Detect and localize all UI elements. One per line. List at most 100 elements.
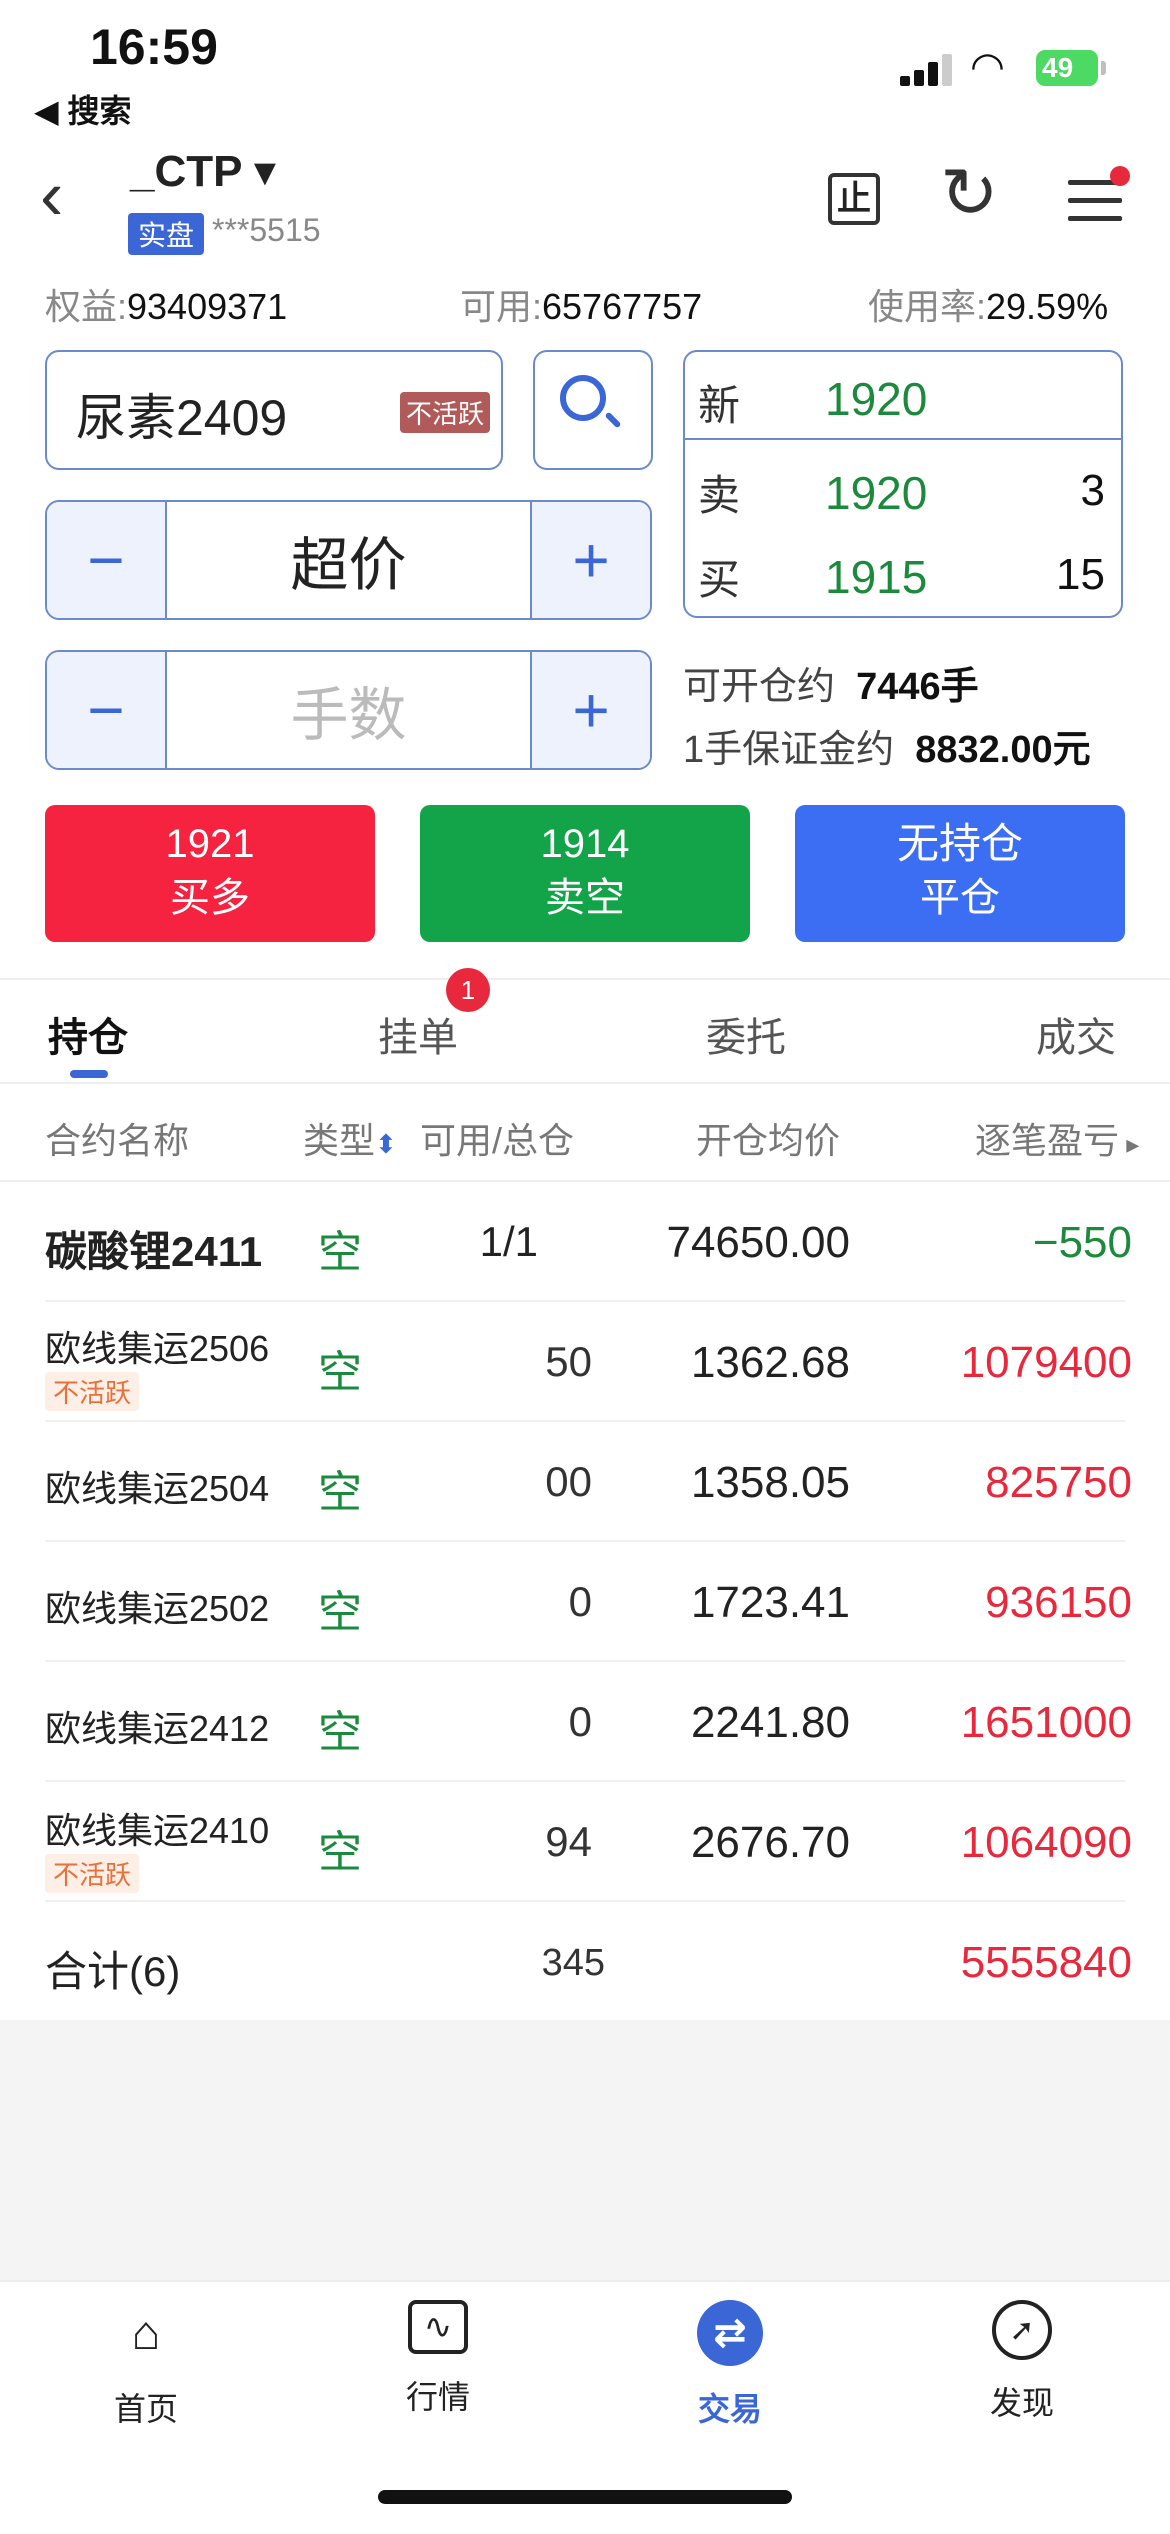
row-divider <box>45 1780 1125 1782</box>
row-contract[interactable]: 碳酸锂2411 <box>45 1218 262 1279</box>
row-open-price: 1362.68 <box>690 1338 850 1387</box>
pending-orders-badge: 1 <box>446 968 490 1012</box>
total-available: 345 <box>541 1942 605 1984</box>
row-type: 空 <box>318 1468 362 1517</box>
trade-icon: ⇄ <box>697 2300 763 2366</box>
nav-discover-label: 发现 <box>989 2385 1054 2421</box>
back-to-search-link[interactable]: ◀ 搜索 <box>34 86 132 132</box>
row-inactive-tag: 不活跃 <box>45 1372 140 1411</box>
qty-plus-button[interactable]: + <box>532 652 650 768</box>
refresh-icon[interactable]: ↻ <box>940 158 999 228</box>
sell-short-button[interactable]: 1914 卖空 <box>420 805 750 942</box>
row-contract[interactable]: 欧线集运2506 <box>45 1320 269 1372</box>
row-open-price: 74650.00 <box>666 1218 850 1267</box>
header-divider <box>0 1180 1170 1182</box>
row-available: 00 <box>545 1458 592 1505</box>
col-contract-name: 合约名称 <box>45 1120 190 1161</box>
home-indicator <box>378 2490 792 2504</box>
stop-icon[interactable]: 止 <box>828 173 880 225</box>
tab-pending-orders[interactable]: 挂单 <box>378 1005 458 1063</box>
row-divider <box>45 1660 1125 1662</box>
home-icon: ⌂ <box>131 2306 161 2360</box>
row-type: 空 <box>318 1348 362 1397</box>
sort-icon: ⬍ <box>375 1129 397 1159</box>
total-pnl: 5555840 <box>960 1938 1132 1987</box>
row-pnl: 1064090 <box>960 1818 1132 1867</box>
nav-trade[interactable]: ⇄ 交易 <box>630 2300 830 2430</box>
row-type: 空 <box>318 1708 362 1757</box>
ask-price[interactable]: 1920 <box>825 466 927 520</box>
close-label: 平仓 <box>920 876 1000 920</box>
usage-stat: 使用率:29.59% <box>868 286 1109 327</box>
row-open-price: 2241.80 <box>690 1698 850 1747</box>
close-top-label: 无持仓 <box>896 820 1023 867</box>
account-selector[interactable]: _CTP ▾ <box>130 146 276 197</box>
row-type: 空 <box>318 1828 362 1877</box>
nav-discover[interactable]: ➚ 发现 <box>922 2300 1122 2424</box>
col-type[interactable]: 类型⬍ <box>303 1112 397 1164</box>
row-contract[interactable]: 欧线集运2410 <box>45 1802 269 1854</box>
row-pnl: 825750 <box>985 1458 1132 1507</box>
tabs-bottom-divider <box>0 1082 1170 1084</box>
contract-name: 尿素2409 <box>76 390 288 446</box>
margin-per-lot: 1手保证金约 8832.00元 <box>683 729 1091 771</box>
price-plus-button[interactable]: + <box>532 502 650 618</box>
status-time: 16:59 <box>90 19 218 75</box>
row-pnl: 936150 <box>985 1578 1132 1627</box>
buy-price: 1921 <box>165 822 255 866</box>
compass-icon: ➚ <box>992 2300 1052 2360</box>
row-divider <box>45 1900 1125 1902</box>
contract-status-badge: 不活跃 <box>400 392 491 433</box>
price-type-value[interactable]: 超价 <box>165 502 532 618</box>
row-divider <box>45 1540 1125 1542</box>
row-pnl: 1079400 <box>960 1338 1132 1387</box>
bid-price[interactable]: 1915 <box>825 550 927 604</box>
row-divider <box>45 1420 1125 1422</box>
row-available: 94 <box>545 1818 592 1865</box>
row-contract[interactable]: 欧线集运2502 <box>45 1580 269 1632</box>
tab-orders[interactable]: 委托 <box>706 1005 786 1063</box>
equity-stat: 权益:93409371 <box>45 286 288 327</box>
row-contract[interactable]: 欧线集运2504 <box>45 1460 269 1512</box>
nav-trade-label: 交易 <box>697 2391 762 2427</box>
col-open-avg-price: 开仓均价 <box>696 1120 841 1161</box>
signal-icon <box>900 52 960 86</box>
back-button[interactable]: ‹ <box>40 160 63 230</box>
nav-home-label: 首页 <box>113 2391 178 2427</box>
row-inactive-tag: 不活跃 <box>45 1854 140 1893</box>
buy-label: 买多 <box>170 876 250 920</box>
row-contract[interactable]: 欧线集运2412 <box>45 1700 269 1752</box>
row-open-price: 1723.41 <box>690 1578 850 1627</box>
row-pnl: 1651000 <box>960 1698 1132 1747</box>
quantity-input[interactable]: 手数 <box>165 652 532 768</box>
quantity-stepper: − 手数 + <box>45 650 652 770</box>
menu-icon[interactable] <box>1068 180 1122 234</box>
row-open-price: 2676.70 <box>690 1818 850 1867</box>
row-divider <box>45 1300 1125 1302</box>
row-available: 1/1 <box>479 1218 538 1265</box>
row-available: 50 <box>545 1338 592 1385</box>
tab-trades[interactable]: 成交 <box>1036 1005 1116 1063</box>
row-type: 空 <box>318 1588 362 1637</box>
account-number: ***5515 <box>212 212 321 248</box>
col-pnl[interactable]: 逐笔盈亏 ▸ <box>975 1112 1139 1164</box>
nav-market-label: 行情 <box>405 2379 470 2415</box>
wifi-icon: ◠ <box>970 45 1005 89</box>
bid-label: 买 <box>698 556 741 603</box>
nav-home[interactable]: ⌂ 首页 <box>46 2300 246 2430</box>
qty-minus-button[interactable]: − <box>47 652 165 768</box>
nav-market[interactable]: ∿ 行情 <box>338 2300 538 2418</box>
row-pnl: −550 <box>1032 1218 1132 1267</box>
row-open-price: 1358.05 <box>690 1458 850 1507</box>
bid-volume: 15 <box>1056 550 1105 599</box>
price-minus-button[interactable]: − <box>47 502 165 618</box>
close-position-button[interactable]: 无持仓 平仓 <box>795 805 1125 942</box>
empty-area <box>0 2020 1170 2280</box>
col-available-total: 可用/总仓 <box>420 1120 575 1161</box>
buy-long-button[interactable]: 1921 买多 <box>45 805 375 942</box>
tab-positions[interactable]: 持仓 <box>48 1005 128 1063</box>
row-available: 0 <box>568 1578 592 1625</box>
real-account-badge: 实盘 <box>128 213 205 255</box>
quote-divider <box>683 438 1123 440</box>
row-available: 0 <box>568 1698 592 1745</box>
